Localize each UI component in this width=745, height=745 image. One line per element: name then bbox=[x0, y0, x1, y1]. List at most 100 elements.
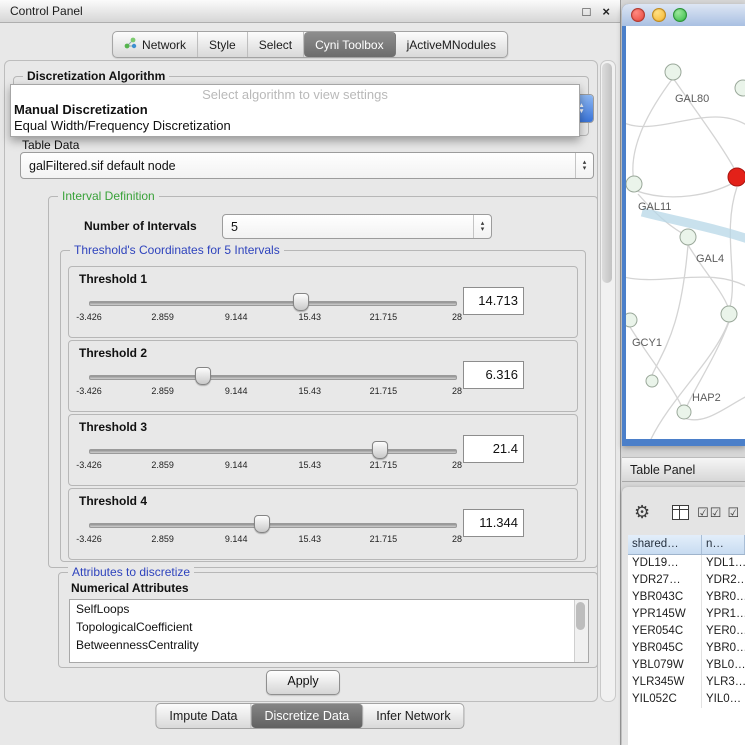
column-header-shared-name[interactable]: shared… bbox=[628, 535, 702, 554]
threshold-2-slider[interactable]: -3.426 2.859 9.144 15.43 21.715 28 bbox=[89, 341, 457, 411]
threshold-1-value-field[interactable]: 14.713 bbox=[463, 287, 524, 315]
table-row[interactable]: YBL079WYBL0… bbox=[628, 657, 745, 674]
cell[interactable]: YBR0… bbox=[702, 640, 745, 657]
list-item[interactable]: BetweennessCentrality bbox=[70, 636, 588, 654]
tab-jactivemodules[interactable]: jActiveMNodules bbox=[396, 32, 507, 57]
cell[interactable]: YLR3… bbox=[702, 674, 745, 691]
cell[interactable]: YBR045C bbox=[628, 640, 702, 657]
tab-discretize-data[interactable]: Discretize Data bbox=[252, 704, 364, 728]
slider-track[interactable] bbox=[89, 523, 457, 528]
cell[interactable]: YPR1… bbox=[702, 606, 745, 623]
panel-scrollbar[interactable] bbox=[600, 60, 616, 702]
float-window-icon[interactable]: □ bbox=[583, 5, 591, 18]
slider-scale: -3.426 2.859 9.144 15.43 21.715 28 bbox=[89, 460, 457, 472]
node-hap2[interactable] bbox=[677, 405, 691, 419]
table-row[interactable]: YLR345WYLR3… bbox=[628, 674, 745, 691]
scrollbar-thumb[interactable] bbox=[576, 602, 585, 630]
node-mid-right[interactable] bbox=[721, 306, 737, 322]
table-row[interactable]: YDL19…YDL1… bbox=[628, 555, 745, 572]
cell[interactable]: YLR345W bbox=[628, 674, 702, 691]
list-scrollbar[interactable] bbox=[574, 600, 588, 662]
cell[interactable]: YPR145W bbox=[628, 606, 702, 623]
combo-stepper-icon[interactable]: ▴ ▾ bbox=[575, 153, 593, 178]
scale-tick: -3.426 bbox=[76, 534, 102, 544]
number-of-intervals-combobox[interactable]: 5 ▴ ▾ bbox=[222, 214, 492, 239]
numerical-attributes-list[interactable]: SelfLoops TopologicalCoefficient Between… bbox=[69, 599, 589, 663]
network-canvas[interactable]: GAL80 GAL11 GAL4 GCY1 HAP2 bbox=[626, 26, 745, 439]
cell[interactable]: YDL19… bbox=[628, 555, 702, 572]
scale-tick: 9.144 bbox=[225, 312, 248, 322]
scale-tick: 9.144 bbox=[225, 460, 248, 470]
slider-track[interactable] bbox=[89, 375, 457, 380]
columns-icon[interactable] bbox=[672, 505, 689, 520]
tab-infer-network[interactable]: Infer Network bbox=[363, 704, 463, 728]
clipped-checkbox-icon[interactable]: ☑ bbox=[727, 506, 739, 519]
dropdown-item-manual-discretization[interactable]: Manual Discretization bbox=[11, 102, 579, 118]
cell[interactable]: YDR27… bbox=[628, 572, 702, 589]
zoom-traffic-light-icon[interactable] bbox=[673, 8, 687, 22]
scale-tick: 15.43 bbox=[299, 460, 322, 470]
gear-icon[interactable]: ⚙ bbox=[634, 503, 650, 521]
threshold-4-slider[interactable]: -3.426 2.859 9.144 15.43 21.715 28 bbox=[89, 489, 457, 559]
table-panel-window: ⚙ ☑ ☑ ☑ shared… n… YDL19…YDL1… YDR27…YDR… bbox=[622, 487, 745, 745]
slider-track[interactable] bbox=[89, 449, 457, 454]
tab-cyni-toolbox[interactable]: Cyni Toolbox bbox=[304, 32, 395, 57]
threshold-4-value-field[interactable]: 11.344 bbox=[463, 509, 524, 537]
window-title: Control Panel bbox=[10, 4, 571, 18]
combo-stepper-icon[interactable]: ▴ ▾ bbox=[473, 215, 491, 238]
scale-tick: 9.144 bbox=[225, 386, 248, 396]
cell[interactable]: YBL079W bbox=[628, 657, 702, 674]
group-title: Threshold's Coordinates for 5 Intervals bbox=[70, 243, 284, 257]
cell[interactable]: YER0… bbox=[702, 623, 745, 640]
node-selected-red[interactable] bbox=[728, 168, 745, 186]
cell[interactable]: YBR0… bbox=[702, 589, 745, 606]
close-icon[interactable]: × bbox=[602, 5, 610, 18]
slider-track[interactable] bbox=[89, 301, 457, 306]
list-item[interactable]: TopologicalCoefficient bbox=[70, 618, 588, 636]
threshold-1-slider[interactable]: -3.426 2.859 9.144 15.43 21.715 28 bbox=[89, 267, 457, 337]
list-item[interactable]: SelfLoops bbox=[70, 600, 588, 618]
network-view-window[interactable]: GAL80 GAL11 GAL4 GCY1 HAP2 bbox=[622, 4, 745, 446]
column-header-name[interactable]: n… bbox=[702, 535, 745, 554]
arrow-down-icon: ▾ bbox=[583, 166, 587, 172]
node-gcy1[interactable] bbox=[626, 313, 637, 327]
cell[interactable]: YIL0… bbox=[702, 691, 745, 708]
apply-button[interactable]: Apply bbox=[266, 670, 340, 695]
threshold-2-value-field[interactable]: 6.316 bbox=[463, 361, 524, 389]
table-row[interactable]: YDR27…YDR2… bbox=[628, 572, 745, 589]
cell[interactable]: YBL0… bbox=[702, 657, 745, 674]
slider-thumb[interactable] bbox=[293, 293, 309, 311]
table-data-combobox[interactable]: galFiltered.sif default node ▴ ▾ bbox=[20, 152, 594, 179]
threshold-3-value-field[interactable]: 21.4 bbox=[463, 435, 524, 463]
node-small[interactable] bbox=[646, 375, 658, 387]
table-row[interactable]: YPR145WYPR1… bbox=[628, 606, 745, 623]
table-row[interactable]: YIL052CYIL0… bbox=[628, 691, 745, 708]
table-row[interactable]: YER054CYER0… bbox=[628, 623, 745, 640]
cell[interactable]: YDL1… bbox=[702, 555, 745, 572]
node-gal11[interactable] bbox=[626, 176, 642, 192]
node-gal4[interactable] bbox=[680, 229, 696, 245]
table-row[interactable]: YBR043CYBR0… bbox=[628, 589, 745, 606]
tab-network[interactable]: Network bbox=[113, 32, 198, 57]
slider-thumb[interactable] bbox=[195, 367, 211, 385]
scrollbar-thumb[interactable] bbox=[602, 63, 612, 283]
select-all-checkbox-icon[interactable]: ☑ bbox=[697, 506, 709, 519]
tab-style[interactable]: Style bbox=[198, 32, 248, 57]
table-row[interactable]: YBR045CYBR0… bbox=[628, 640, 745, 657]
threshold-3-slider[interactable]: -3.426 2.859 9.144 15.43 21.715 28 bbox=[89, 415, 457, 485]
dropdown-item-equal-width-frequency[interactable]: Equal Width/Frequency Discretization bbox=[11, 118, 579, 134]
cell[interactable]: YDR2… bbox=[702, 572, 745, 589]
minimize-traffic-light-icon[interactable] bbox=[652, 8, 666, 22]
cell[interactable]: YBR043C bbox=[628, 589, 702, 606]
tab-impute-data[interactable]: Impute Data bbox=[156, 704, 251, 728]
cell[interactable]: YIL052C bbox=[628, 691, 702, 708]
slider-thumb[interactable] bbox=[254, 515, 270, 533]
tab-select[interactable]: Select bbox=[248, 32, 304, 57]
scale-tick: 28 bbox=[452, 386, 462, 396]
slider-thumb[interactable] bbox=[372, 441, 388, 459]
cell[interactable]: YER054C bbox=[628, 623, 702, 640]
node-cut-right[interactable] bbox=[735, 80, 745, 96]
close-traffic-light-icon[interactable] bbox=[631, 8, 645, 22]
select-checkbox-icon[interactable]: ☑ bbox=[710, 506, 722, 519]
node-gal80[interactable] bbox=[665, 64, 681, 80]
